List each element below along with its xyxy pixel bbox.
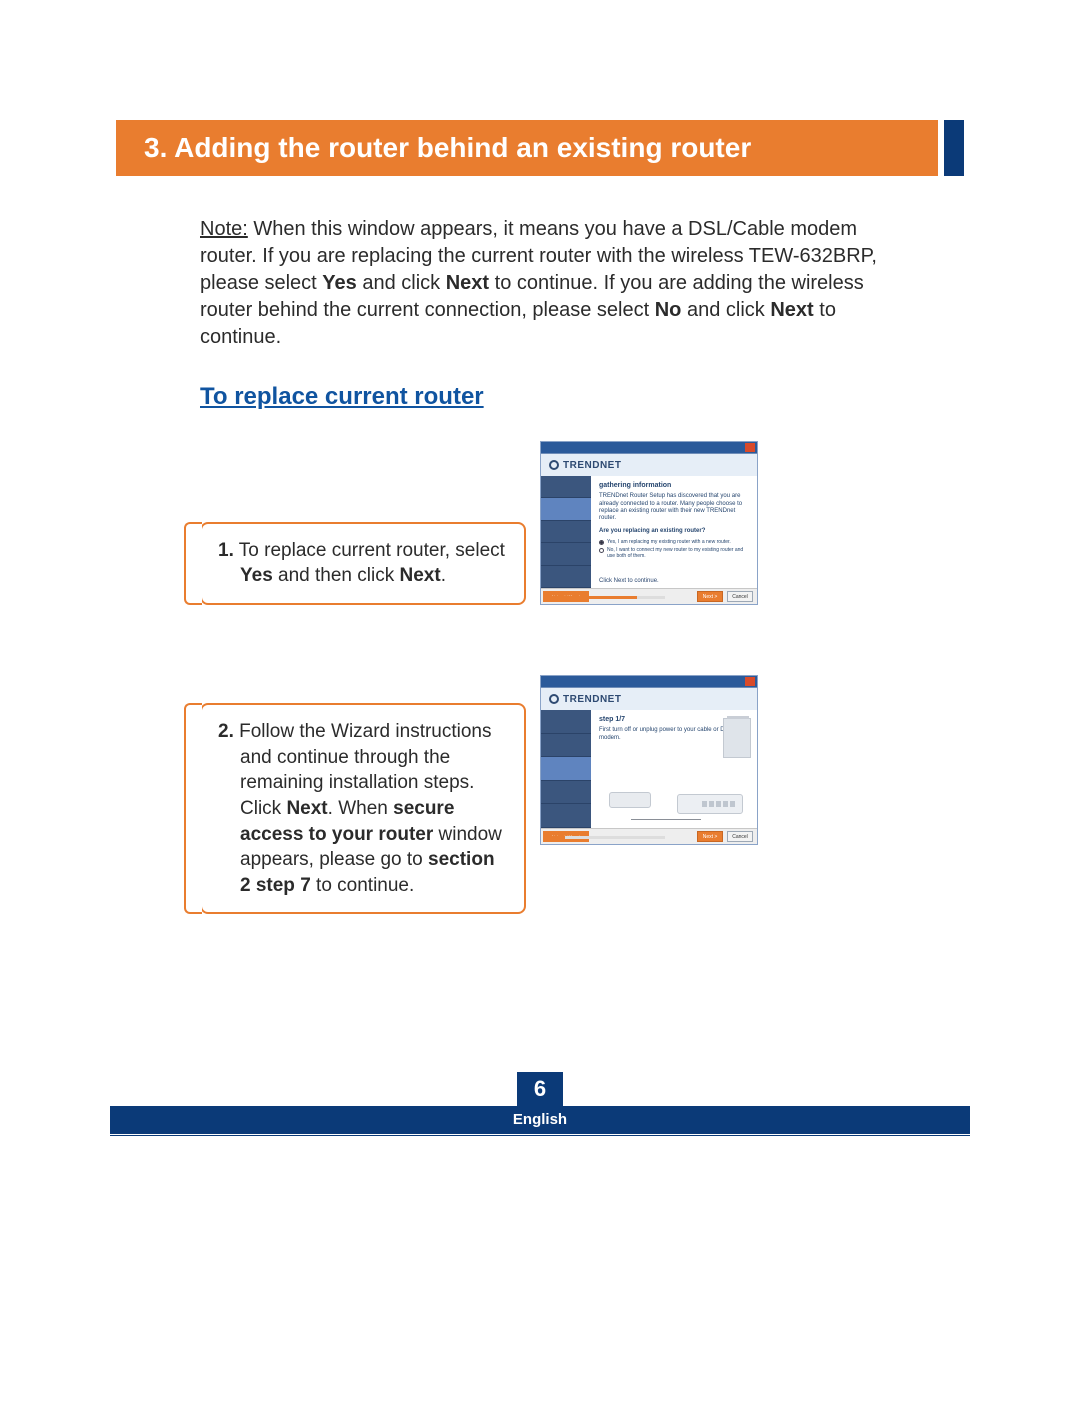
sidebar-item — [541, 543, 591, 565]
router-icon — [677, 794, 743, 814]
note-yes: Yes — [322, 272, 356, 294]
sidebar-item-selected — [541, 757, 591, 781]
shot1-cancel-button: Cancel — [727, 591, 753, 602]
step-1-text-3: . — [441, 565, 446, 586]
brand-text: TRENDNET — [563, 460, 621, 471]
shot1-desc: TRENDnet Router Setup has discovered tha… — [599, 493, 749, 522]
title-accent — [944, 120, 964, 176]
shot1-opt-yes: Yes, I am replacing my existing router w… — [599, 539, 749, 546]
progress-fill — [545, 596, 637, 599]
note-next-2: Next — [770, 299, 813, 321]
step-1-number: 1. — [218, 540, 234, 561]
step-2-number: 2. — [218, 721, 234, 742]
page-number: 6 — [517, 1072, 563, 1106]
shot1-opt-yes-text: Yes, I am replacing my existing router w… — [607, 539, 731, 546]
note-paragraph: Note: When this window appears, it means… — [200, 216, 880, 351]
brand-ring-icon — [549, 694, 559, 704]
step-1-callout: 1. To replace current router, select Yes… — [200, 522, 526, 605]
screenshot-2-main: step 1/7 First turn off or unplug power … — [591, 710, 757, 828]
screenshot-1-body: gathering information TRENDnet Router Se… — [541, 476, 757, 588]
progress-bar — [545, 596, 665, 599]
screenshot-2-sidebar — [541, 710, 591, 828]
shot1-opt-no: No, I want to connect my new router to m… — [599, 547, 749, 560]
callout-stub — [184, 522, 202, 605]
screenshot-1-brand: TRENDNET — [541, 454, 757, 476]
note-text-4: and click — [681, 299, 770, 321]
screenshot-1-main: gathering information TRENDnet Router Se… — [591, 476, 757, 588]
sidebar-item — [541, 566, 591, 588]
shot2-next-button: Next > — [697, 831, 723, 842]
screenshot-1-sidebar — [541, 476, 591, 588]
screenshot-2-brand: TRENDNET — [541, 688, 757, 710]
sidebar-item — [541, 521, 591, 543]
step-1-callout-wrap: 1. To replace current router, select Yes… — [200, 522, 526, 605]
note-no: No — [655, 299, 682, 321]
brand-text-2: TRENDNET — [563, 694, 621, 705]
section-title: 3. Adding the router behind an existing … — [116, 120, 938, 176]
step-1-text-2: and then click — [273, 565, 400, 586]
footer-language: English — [110, 1106, 970, 1134]
close-icon — [745, 677, 755, 686]
progress-bar — [545, 836, 665, 839]
shot1-opt-no-text: No, I want to connect my new router to m… — [607, 547, 749, 560]
modem-icon — [609, 792, 651, 808]
step-1-yes: Yes — [240, 565, 273, 586]
step-2-callout-wrap: 2. Follow the Wizard instructions and co… — [200, 675, 526, 914]
screenshot-1-footer: Network Wizard Next > Cancel — [541, 588, 757, 604]
step-2-row: 2. Follow the Wizard instructions and co… — [200, 675, 880, 914]
screenshot-2-titlebar — [541, 676, 757, 688]
step-2-callout: 2. Follow the Wizard instructions and co… — [200, 703, 526, 914]
progress-fill — [545, 836, 565, 839]
steps-container: 1. To replace current router, select Yes… — [200, 441, 880, 914]
sidebar-item — [541, 710, 591, 734]
sidebar-item — [541, 804, 591, 828]
step-2-text-4: to continue. — [311, 875, 415, 896]
step-1-row: 1. To replace current router, select Yes… — [200, 441, 880, 605]
close-icon — [745, 443, 755, 452]
shot1-options: Yes, I am replacing my existing router w… — [599, 539, 749, 560]
step-2-text-2: . When — [328, 798, 393, 819]
screenshot-2-body: step 1/7 First turn off or unplug power … — [541, 710, 757, 828]
step-1-next: Next — [400, 565, 441, 586]
shot1-click-next: Click Next to continue. — [599, 578, 749, 585]
shot1-question: Are you replacing an existing router? — [599, 528, 749, 535]
sidebar-item — [541, 476, 591, 498]
page-footer: 6 English — [110, 1106, 970, 1136]
pc-tower-icon — [723, 718, 751, 758]
callout-stub — [184, 703, 202, 914]
radio-icon — [599, 548, 604, 553]
shot2-cancel-button: Cancel — [727, 831, 753, 842]
note-label: Note: — [200, 218, 248, 240]
brand-ring-icon — [549, 460, 559, 470]
note-text-2: and click — [357, 272, 446, 294]
body-area: Note: When this window appears, it means… — [110, 176, 970, 914]
note-next-1: Next — [446, 272, 489, 294]
screenshot-2: TRENDNET step 1/7 First turn off or unpl… — [540, 675, 758, 845]
cable-icon — [631, 819, 701, 820]
radio-icon — [599, 540, 604, 545]
shot1-heading: gathering information — [599, 482, 749, 490]
sidebar-item — [541, 781, 591, 805]
screenshot-1-titlebar — [541, 442, 757, 454]
section-title-bar: 3. Adding the router behind an existing … — [116, 120, 964, 176]
screenshot-1: TRENDNET gathering information TRENDnet … — [540, 441, 758, 605]
sidebar-item — [541, 734, 591, 758]
screenshot-2-footer: Network Wizard Next > Cancel — [541, 828, 757, 844]
shot1-next-button: Next > — [697, 591, 723, 602]
step-1-text-1: To replace current router, select — [234, 540, 505, 561]
sidebar-item-selected — [541, 498, 591, 520]
subsection-heading: To replace current router — [200, 383, 880, 411]
footer-line — [110, 1135, 970, 1136]
manual-page: 3. Adding the router behind an existing … — [0, 0, 1080, 1412]
step-2-next: Next — [286, 798, 327, 819]
